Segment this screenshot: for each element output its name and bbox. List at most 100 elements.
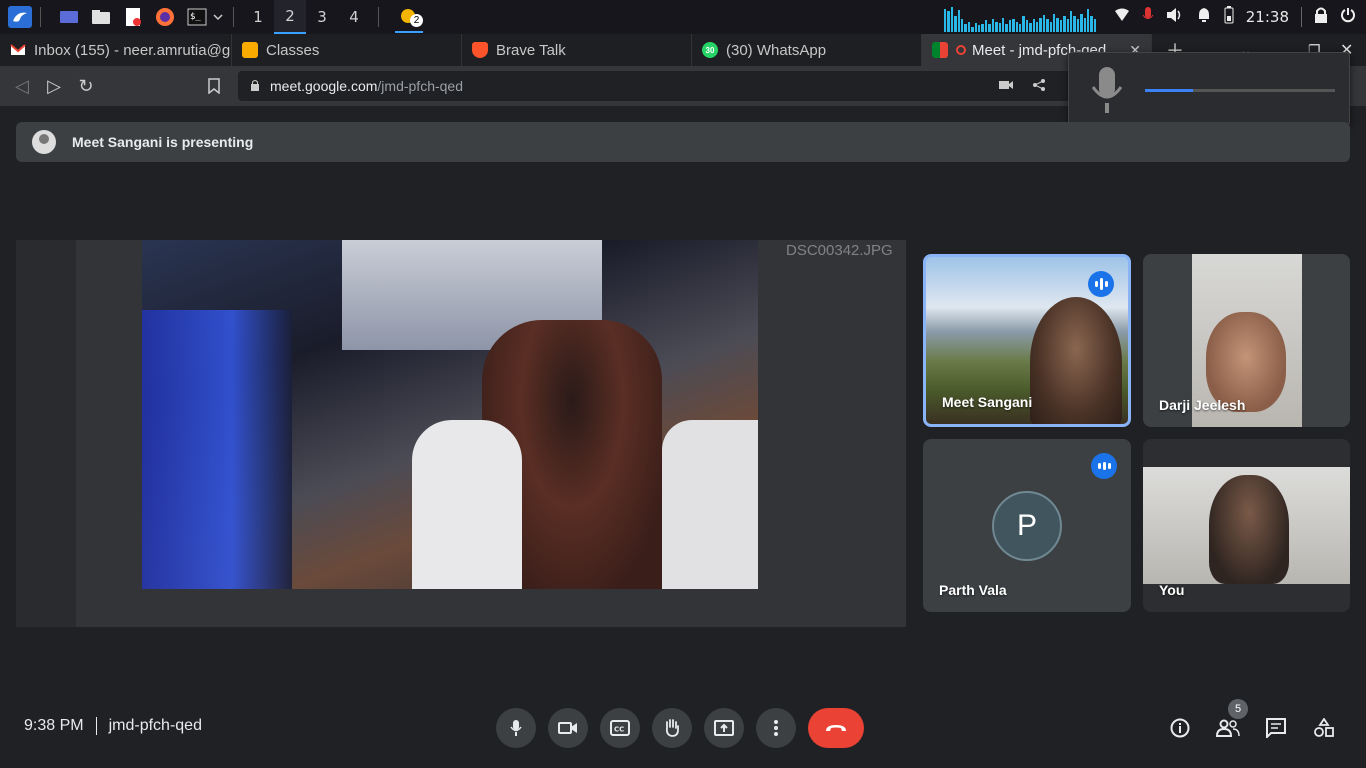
terminal-icon[interactable]: $_	[185, 6, 209, 28]
microphone-icon	[510, 720, 522, 736]
audio-bar	[1090, 16, 1093, 32]
participant-name: Darji Jeelesh	[1159, 397, 1246, 413]
meeting-time: 9:38 PM	[24, 717, 84, 734]
present-screen-button[interactable]	[704, 708, 744, 748]
presenting-text: Meet Sangani is presenting	[72, 134, 254, 150]
audio-bar	[1042, 15, 1046, 32]
workspace-3[interactable]: 3	[306, 0, 338, 34]
self-video	[1143, 467, 1350, 584]
chevron-down-icon[interactable]	[211, 6, 225, 28]
address-bar[interactable]: meet.google.com /jmd-pfch-qed	[238, 71, 1070, 101]
participant-name: Parth Vala	[939, 582, 1007, 598]
workspace-2[interactable]: 2	[274, 0, 306, 34]
avatar	[32, 130, 56, 154]
bookmark-icon[interactable]	[198, 70, 230, 102]
workspace-1[interactable]: 1	[242, 0, 274, 34]
tab-whatsapp[interactable]: 30 (30) WhatsApp	[692, 34, 922, 66]
participant-tile[interactable]: Meet Sangani	[923, 254, 1131, 427]
back-button[interactable]: ◁	[6, 70, 38, 102]
share-icon[interactable]	[1032, 78, 1046, 95]
microphone-icon	[1089, 65, 1125, 120]
hand-icon	[665, 719, 679, 737]
clock[interactable]: 21:38	[1246, 8, 1289, 26]
svg-text:$_: $_	[190, 12, 201, 22]
raise-hand-button[interactable]	[652, 708, 692, 748]
audio-bar	[957, 10, 961, 32]
audio-bar	[978, 25, 981, 32]
audio-bar	[1005, 24, 1008, 32]
url-path: /jmd-pfch-qed	[377, 78, 463, 94]
mic-level-meter	[1145, 89, 1335, 92]
more-options-button[interactable]	[756, 708, 796, 748]
kali-menu-icon[interactable]	[8, 6, 32, 28]
audio-bar	[967, 22, 971, 32]
captions-button[interactable]: CC	[600, 708, 640, 748]
audio-bar	[1008, 20, 1012, 32]
tab-inbox[interactable]: Inbox (155) - neer.amrutia@g	[0, 34, 232, 66]
chat-button[interactable]	[1260, 712, 1292, 744]
participant-name: You	[1159, 582, 1185, 598]
info-icon	[1170, 718, 1190, 738]
audio-bar	[964, 24, 967, 32]
notifications-icon[interactable]	[1196, 7, 1212, 28]
audio-bar	[1046, 19, 1049, 32]
lock-icon	[250, 78, 260, 94]
end-call-icon	[826, 725, 846, 731]
camera-in-use-icon[interactable]	[998, 78, 1014, 94]
audio-bar	[1039, 18, 1042, 32]
desktop-icon[interactable]	[57, 6, 81, 28]
forward-button[interactable]: ▷	[38, 70, 70, 102]
participant-tile[interactable]: P Parth Vala	[923, 439, 1131, 612]
volume-icon[interactable]	[1166, 7, 1184, 28]
firefox-icon[interactable]	[153, 6, 177, 28]
audio-bar	[961, 19, 964, 32]
participant-tile[interactable]: Darji Jeelesh	[1143, 254, 1350, 427]
mic-level-popup	[1068, 52, 1350, 126]
folder-icon[interactable]	[89, 6, 113, 28]
workspace-4[interactable]: 4	[338, 0, 370, 34]
audio-bar	[1087, 9, 1090, 32]
system-tray: 21:38	[1114, 0, 1366, 34]
text-editor-icon[interactable]	[121, 6, 145, 28]
power-icon[interactable]	[1340, 7, 1356, 28]
self-tile[interactable]: You	[1143, 439, 1350, 612]
tab-title: Inbox (155) - neer.amrutia@g	[34, 41, 231, 59]
taskbar-separator	[40, 7, 41, 27]
audio-bar	[1073, 16, 1076, 32]
meeting-code: jmd-pfch-qed	[108, 717, 202, 734]
audio-bar	[974, 23, 978, 32]
battery-icon[interactable]	[1224, 5, 1234, 29]
audio-bar	[1025, 20, 1029, 32]
tab-classes[interactable]: Classes	[232, 34, 462, 66]
people-icon	[1216, 719, 1240, 737]
tab-title: (30) WhatsApp	[726, 41, 827, 59]
leave-call-button[interactable]	[808, 708, 864, 748]
audio-bar	[1063, 16, 1066, 32]
tab-title: Brave Talk	[496, 41, 566, 59]
tab-brave-talk[interactable]: Brave Talk	[462, 34, 692, 66]
running-app-icon[interactable]: 2	[395, 1, 423, 33]
participant-name: Meet Sangani	[942, 394, 1033, 410]
lock-icon[interactable]	[1314, 7, 1328, 28]
activities-button[interactable]	[1308, 712, 1340, 744]
audio-bar	[1076, 19, 1080, 32]
microphone-button[interactable]	[496, 708, 536, 748]
reload-button[interactable]: ↻	[70, 70, 102, 102]
presenting-banner: Meet Sangani is presenting	[16, 122, 1350, 162]
camera-button[interactable]	[548, 708, 588, 748]
audio-bar	[1049, 22, 1052, 32]
audio-bar	[1035, 22, 1039, 32]
audio-bar	[1070, 11, 1073, 32]
app-notification-badge: 2	[410, 14, 423, 27]
taskbar-separator	[378, 7, 379, 27]
audio-bar	[995, 22, 998, 32]
audio-visualizer	[944, 6, 1097, 32]
meeting-info-button[interactable]	[1164, 712, 1196, 744]
wifi-icon[interactable]	[1114, 8, 1130, 27]
mic-muted-icon[interactable]	[1142, 6, 1154, 29]
video-camera-icon	[558, 722, 577, 734]
audio-bar	[1083, 18, 1087, 32]
audio-bar	[981, 24, 984, 32]
os-taskbar: $_ 1 2 3 4 2 21:38	[0, 0, 1366, 34]
audio-bar	[1022, 16, 1025, 32]
